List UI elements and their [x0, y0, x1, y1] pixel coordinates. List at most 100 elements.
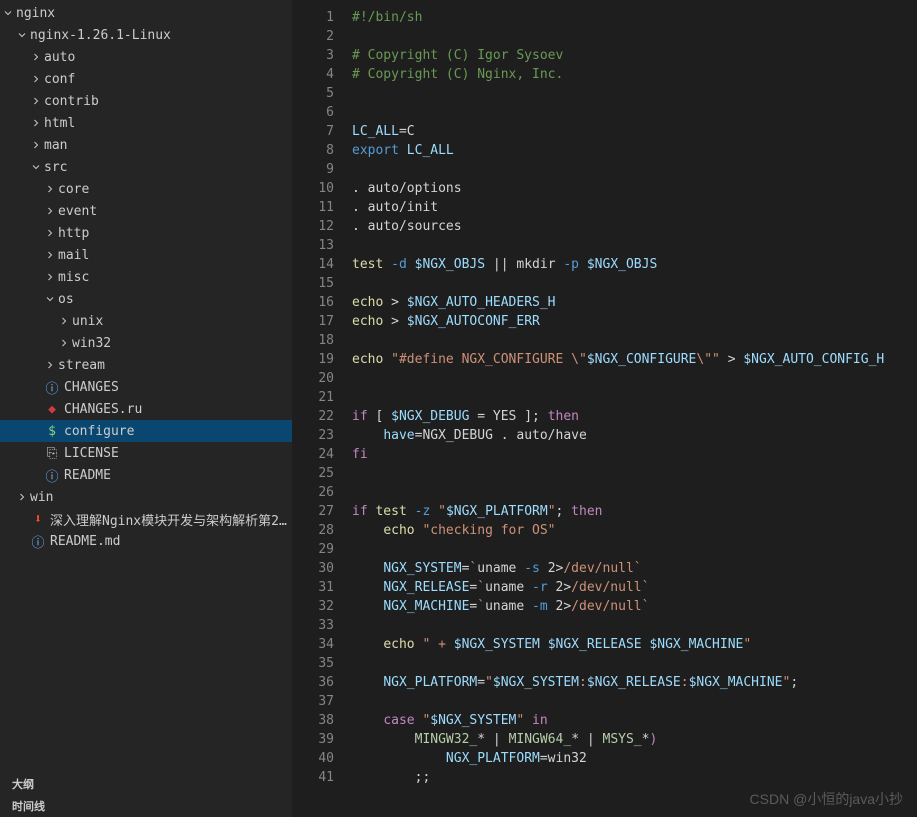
code-content[interactable]: #!/bin/sh # Copyright (C) Igor Sysoev# C…: [352, 0, 917, 817]
folder-man[interactable]: man: [0, 134, 292, 156]
code-line[interactable]: echo " + $NGX_SYSTEM $NGX_RELEASE $NGX_M…: [352, 635, 917, 654]
chevron-right-icon[interactable]: [28, 51, 44, 63]
code-line[interactable]: have=NGX_DEBUG . auto/have: [352, 426, 917, 445]
folder-html[interactable]: html: [0, 112, 292, 134]
item-label: configure: [64, 424, 292, 439]
item-label: CHANGES: [64, 380, 292, 395]
code-line[interactable]: NGX_PLATFORM="$NGX_SYSTEM:$NGX_RELEASE:$…: [352, 673, 917, 692]
code-line[interactable]: case "$NGX_SYSTEM" in: [352, 711, 917, 730]
chevron-down-icon[interactable]: [0, 7, 16, 19]
code-line[interactable]: NGX_MACHINE=`uname -m 2>/dev/null`: [352, 597, 917, 616]
folder-core[interactable]: core: [0, 178, 292, 200]
chevron-right-icon[interactable]: [42, 205, 58, 217]
code-line[interactable]: test -d $NGX_OBJS || mkdir -p $NGX_OBJS: [352, 255, 917, 274]
code-line[interactable]: if [ $NGX_DEBUG = YES ]; then: [352, 407, 917, 426]
code-line[interactable]: [352, 274, 917, 293]
file-深入理解Nginx模块开发与架构解析第2版.p...[interactable]: ⬇深入理解Nginx模块开发与架构解析第2版.p...: [0, 508, 292, 530]
folder-nginx-1.26.1-Linux[interactable]: nginx-1.26.1-Linux: [0, 24, 292, 46]
folder-contrib[interactable]: contrib: [0, 90, 292, 112]
chevron-right-icon[interactable]: [28, 95, 44, 107]
file-LICENSE[interactable]: ⎘LICENSE: [0, 442, 292, 464]
code-line[interactable]: echo "checking for OS": [352, 521, 917, 540]
code-line[interactable]: [352, 27, 917, 46]
file-CHANGES[interactable]: ⓘ CHANGES: [0, 376, 292, 398]
chevron-right-icon[interactable]: [42, 359, 58, 371]
code-line[interactable]: [352, 654, 917, 673]
code-line[interactable]: NGX_PLATFORM=win32: [352, 749, 917, 768]
pdf-icon: ⬇: [30, 512, 46, 527]
chevron-right-icon[interactable]: [42, 183, 58, 195]
code-line[interactable]: [352, 331, 917, 350]
chevron-right-icon[interactable]: [28, 117, 44, 129]
chevron-down-icon[interactable]: [42, 293, 58, 305]
timeline-section[interactable]: 时间线: [0, 795, 292, 817]
code-line[interactable]: [352, 616, 917, 635]
folder-stream[interactable]: stream: [0, 354, 292, 376]
code-line[interactable]: [352, 692, 917, 711]
folder-unix[interactable]: unix: [0, 310, 292, 332]
code-line[interactable]: [352, 540, 917, 559]
code-line[interactable]: ;;: [352, 768, 917, 787]
code-line[interactable]: echo > $NGX_AUTO_HEADERS_H: [352, 293, 917, 312]
item-label: nginx-1.26.1-Linux: [30, 28, 292, 43]
chevron-down-icon[interactable]: [14, 29, 30, 41]
code-line[interactable]: [352, 369, 917, 388]
chevron-right-icon[interactable]: [28, 73, 44, 85]
code-line[interactable]: #!/bin/sh: [352, 8, 917, 27]
info-icon: ⓘ: [44, 378, 60, 397]
code-line[interactable]: [352, 160, 917, 179]
file-configure[interactable]: $ configure: [0, 420, 292, 442]
file-explorer[interactable]: nginx nginx-1.26.1-Linux autoconfcontrib ht…: [0, 0, 292, 817]
code-line[interactable]: [352, 388, 917, 407]
code-line[interactable]: [352, 84, 917, 103]
code-line[interactable]: NGX_RELEASE=`uname -r 2>/dev/null`: [352, 578, 917, 597]
folder-misc[interactable]: misc: [0, 266, 292, 288]
chevron-right-icon[interactable]: [56, 315, 72, 327]
file-README.md[interactable]: ⓘ README.md: [0, 530, 292, 552]
chevron-right-icon[interactable]: [42, 249, 58, 261]
sidebar-bottom: 大纲 时间线: [0, 773, 292, 817]
folder-nginx[interactable]: nginx: [0, 2, 292, 24]
folder-http[interactable]: http: [0, 222, 292, 244]
code-line[interactable]: export LC_ALL: [352, 141, 917, 160]
code-line[interactable]: # Copyright (C) Nginx, Inc.: [352, 65, 917, 84]
code-line[interactable]: . auto/options: [352, 179, 917, 198]
code-line[interactable]: . auto/init: [352, 198, 917, 217]
folder-auto[interactable]: auto: [0, 46, 292, 68]
code-line[interactable]: LC_ALL=C: [352, 122, 917, 141]
chevron-right-icon[interactable]: [56, 337, 72, 349]
folder-win32[interactable]: win32: [0, 332, 292, 354]
item-label: unix: [72, 314, 292, 329]
item-label: README.md: [50, 534, 292, 549]
code-line[interactable]: echo "#define NGX_CONFIGURE \"$NGX_CONFI…: [352, 350, 917, 369]
code-line[interactable]: MINGW32_* | MINGW64_* | MSYS_*): [352, 730, 917, 749]
code-line[interactable]: # Copyright (C) Igor Sysoev: [352, 46, 917, 65]
chevron-down-icon[interactable]: [28, 161, 44, 173]
folder-win[interactable]: win: [0, 486, 292, 508]
code-line[interactable]: [352, 236, 917, 255]
chevron-right-icon[interactable]: [14, 491, 30, 503]
dollar-icon: $: [44, 424, 60, 439]
folder-src[interactable]: src: [0, 156, 292, 178]
chevron-right-icon[interactable]: [42, 271, 58, 283]
code-line[interactable]: if test -z "$NGX_PLATFORM"; then: [352, 502, 917, 521]
code-line[interactable]: . auto/sources: [352, 217, 917, 236]
folder-conf[interactable]: conf: [0, 68, 292, 90]
code-line[interactable]: [352, 483, 917, 502]
chevron-right-icon[interactable]: [42, 227, 58, 239]
folder-event[interactable]: event: [0, 200, 292, 222]
code-line[interactable]: [352, 464, 917, 483]
code-line[interactable]: NGX_SYSTEM=`uname -s 2>/dev/null`: [352, 559, 917, 578]
chevron-right-icon[interactable]: [28, 139, 44, 151]
file-CHANGES.ru[interactable]: ◆CHANGES.ru: [0, 398, 292, 420]
folder-os[interactable]: os: [0, 288, 292, 310]
code-line[interactable]: echo > $NGX_AUTOCONF_ERR: [352, 312, 917, 331]
folder-mail[interactable]: mail: [0, 244, 292, 266]
info-icon: ⓘ: [30, 532, 46, 551]
code-editor[interactable]: 1234567891011121314151617181920212223242…: [292, 0, 917, 817]
code-line[interactable]: fi: [352, 445, 917, 464]
code-line[interactable]: [352, 103, 917, 122]
item-label: html: [44, 116, 292, 131]
outline-section[interactable]: 大纲: [0, 773, 292, 795]
file-README[interactable]: ⓘREADME: [0, 464, 292, 486]
